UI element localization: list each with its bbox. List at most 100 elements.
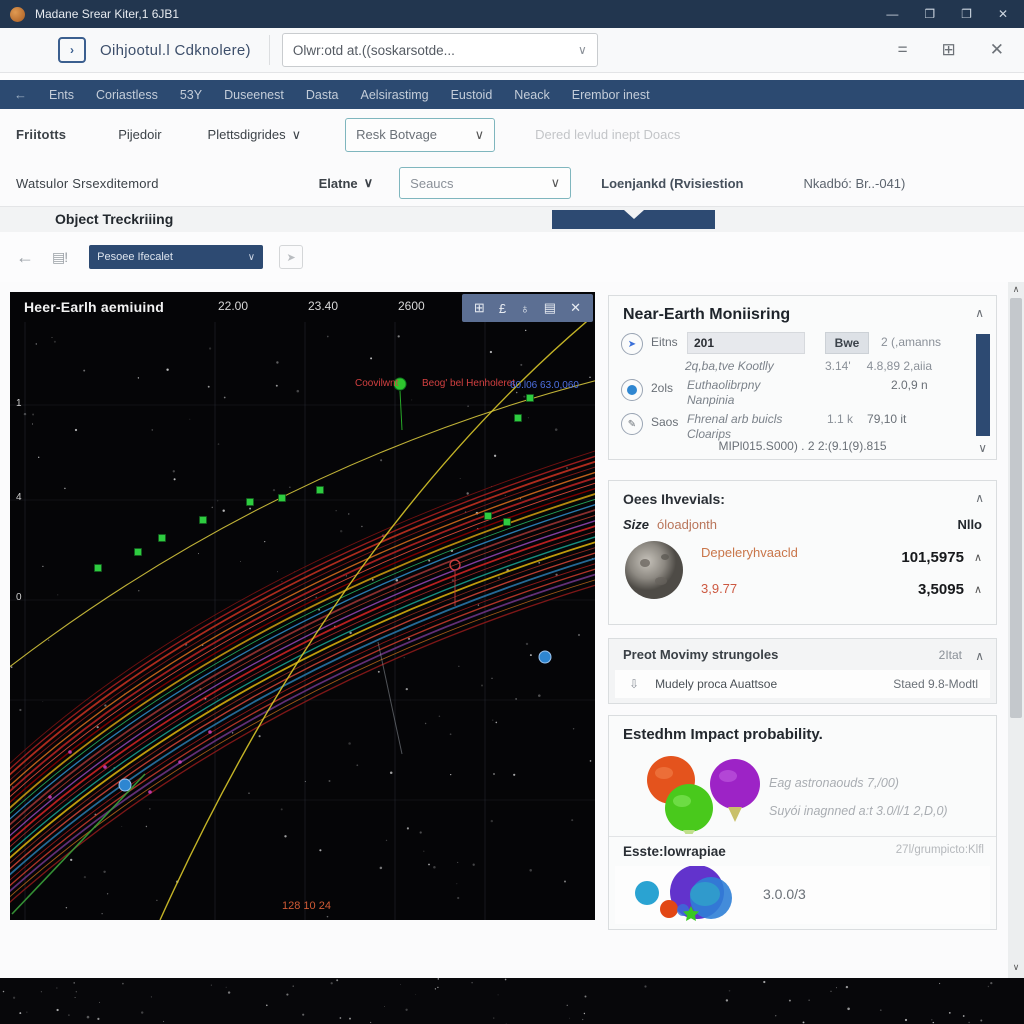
nav-item-coriastless[interactable]: Coriastless xyxy=(96,88,158,102)
chevron-down-icon: ∨ xyxy=(551,175,561,191)
monitoring-title: Near-Earth Moniisring xyxy=(609,296,996,330)
chevron-up-icon[interactable]: ∧ xyxy=(975,491,984,505)
cursor-icon[interactable]: ➤ xyxy=(621,333,643,355)
layout-grid-icon[interactable]: ⊞ xyxy=(942,40,956,60)
asteroid-marker[interactable] xyxy=(159,535,166,542)
nav-item-duseenest[interactable]: Duseenest xyxy=(224,88,284,102)
pencil-icon[interactable]: ✎ xyxy=(621,413,643,435)
nav-item-ents[interactable]: Ents xyxy=(49,88,74,102)
row2-label: 2ols xyxy=(651,381,687,395)
pin-button[interactable]: ➤ xyxy=(279,245,303,269)
row1b-text: 2q,ba,tve Kootlly xyxy=(685,359,803,374)
impact-line-1: Eag astronaouds 7,/00) xyxy=(769,776,899,790)
monitoring-card: Near-Earth Moniisring ∧ ➤ Eitns 201 Bwe … xyxy=(608,295,997,460)
bwe-button[interactable]: Bwe xyxy=(825,332,869,354)
nav-item-eustoid[interactable]: Eustoid xyxy=(451,88,493,102)
filters-row: Friitotts Pijedoir Plettsdigrides ∨ Resk… xyxy=(0,109,1024,160)
risk-dropdown-value: Resk Botvage xyxy=(356,127,437,142)
filter-hint-text: Dered levlud inept Doacs xyxy=(535,127,680,142)
chevron-down-icon: ∨ xyxy=(364,175,374,191)
filter-plettsdigrides[interactable]: Plettsdigrides ∨ xyxy=(208,127,302,143)
watcher-label: Watsulor Srsexditemord xyxy=(16,176,159,191)
content-area: Heer-Earlh aemiuind 22.00 23.40 2600 ⊞ £… xyxy=(0,282,1024,978)
search-row: Watsulor Srsexditemord Elatne ∨ Seaucs ∨… xyxy=(0,160,1024,207)
row2-text2: Nanpinia xyxy=(687,393,734,407)
chevron-down-icon: ∨ xyxy=(475,127,485,143)
asteroid-row xyxy=(623,539,685,601)
monitoring-row-2: 2ols Euthaolibrpny Nanpinia 2.0,9 n xyxy=(609,376,996,410)
size-sub-label: óloadjonth xyxy=(657,517,717,532)
asteroid-marker[interactable] xyxy=(135,549,142,556)
envelope-row: 3.0.0/3 xyxy=(615,866,990,924)
row1-note: 2 (,amanns xyxy=(881,335,941,349)
asteroid-marker[interactable] xyxy=(485,513,492,520)
chevron-down-icon[interactable]: ∨ xyxy=(978,441,987,455)
bottom-starfield xyxy=(0,978,1024,1024)
asteroid-sub-value: 3,9.77 xyxy=(701,581,737,596)
back-icon[interactable]: ← xyxy=(16,247,34,268)
asteroid-marker[interactable] xyxy=(95,565,102,572)
asteroid-marker[interactable] xyxy=(317,487,324,494)
asteroid-marker[interactable] xyxy=(279,495,286,502)
filter-pijedoir[interactable]: Pijedoir xyxy=(118,127,161,142)
close-panel-icon[interactable]: ✕ xyxy=(990,40,1004,60)
date-dropdown[interactable]: Elatne ∨ xyxy=(319,175,374,191)
menu-icon[interactable]: = xyxy=(898,40,908,60)
size-row: Size óloadjonth Nllo xyxy=(609,511,996,532)
nav-item-erembor[interactable]: Erembor inest xyxy=(572,88,650,102)
nav-item-aelsirastimg[interactable]: Aelsirastimg xyxy=(361,88,429,102)
asteroid-marker[interactable] xyxy=(527,395,534,402)
scroll-down-icon[interactable]: ∨ xyxy=(1008,960,1024,974)
layers-icon[interactable]: ▤! xyxy=(52,249,67,266)
chevron-up-icon[interactable]: ∧ xyxy=(975,649,984,663)
nav-item-dasta[interactable]: Dasta xyxy=(306,88,339,102)
orbit-visualization[interactable] xyxy=(10,322,595,920)
chevron-up-icon[interactable]: ∧ xyxy=(974,551,982,564)
asteroid-marker[interactable] xyxy=(200,517,207,524)
nav-item-neack[interactable]: Neack xyxy=(514,88,549,102)
chevron-up-icon[interactable]: ∧ xyxy=(975,306,984,320)
preset-dropdown[interactable]: Pesoee Ifecalet ∨ xyxy=(89,245,263,269)
asteroid-marker[interactable] xyxy=(247,499,254,506)
nav-item-53y[interactable]: 53Y xyxy=(180,88,202,102)
row1b-right: 4.8,89 2,aiia xyxy=(867,359,932,373)
asteroid-marker[interactable] xyxy=(504,519,511,526)
orbit-plot-panel[interactable]: Heer-Earlh aemiuind 22.00 23.40 2600 ⊞ £… xyxy=(10,292,595,920)
chevron-down-icon: ∨ xyxy=(578,43,587,57)
model-list-item[interactable]: ⇩ Mudely proca Auattsoe Staed 9.8-Modtl xyxy=(615,670,990,698)
search-input[interactable]: Seaucs ∨ xyxy=(399,167,571,199)
filter-friitotts[interactable]: Friitotts xyxy=(16,127,66,142)
row3-mid: 1.1 k xyxy=(827,412,853,426)
y-tick-0: 0 xyxy=(16,592,22,603)
close-icon[interactable]: ✕ xyxy=(998,7,1008,21)
document-icon[interactable]: › xyxy=(58,37,86,63)
blue-dot-icon[interactable] xyxy=(621,379,643,401)
back-icon[interactable]: ← xyxy=(14,87,27,102)
scroll-up-icon[interactable]: ∧ xyxy=(1008,282,1024,296)
cursor-glyph: ➤ xyxy=(628,339,636,350)
intervals-card: Oees Ihvevials: ∧ Size óloadjonth Nllo D… xyxy=(608,480,997,625)
y-tick-4: 4 xyxy=(16,492,22,503)
chevron-down-icon: ∨ xyxy=(248,252,255,263)
object-selector-dropdown[interactable]: Olwr:otd at.((soskarsotde... ∨ xyxy=(282,33,598,67)
object-selector-value: Olwr:otd at.((soskarsotde... xyxy=(293,43,455,58)
minimize-icon[interactable]: — xyxy=(886,7,898,21)
tab-object-tracking[interactable]: Object Treckriiing xyxy=(55,211,173,227)
pencil-glyph: ✎ xyxy=(628,419,636,430)
title-bar: Madane Srear Kiter,1 6JB1 — ❐ ❐ ✕ xyxy=(0,0,1024,28)
window-scrollbar[interactable]: ∧ ∨ xyxy=(1008,282,1024,978)
size-value: Nllo xyxy=(957,517,982,532)
restore-icon[interactable]: ❐ xyxy=(924,7,935,21)
maximize-icon[interactable]: ❐ xyxy=(961,7,972,21)
chevron-up-icon[interactable]: ∧ xyxy=(974,583,982,596)
card-scrollbar-thumb[interactable] xyxy=(976,334,990,436)
asteroid-marker[interactable] xyxy=(515,415,522,422)
object-marker[interactable] xyxy=(119,779,131,791)
asteroid-name: Depeleryhvaacld xyxy=(701,545,798,560)
object-marker[interactable] xyxy=(539,651,551,663)
scrollbar-thumb[interactable] xyxy=(1010,298,1022,718)
risk-dropdown[interactable]: Resk Botvage ∨ xyxy=(345,118,495,152)
pin-icon: ➤ xyxy=(287,251,296,264)
value-input[interactable]: 201 xyxy=(687,332,805,354)
mode-label: Nkadbó: Br..-041) xyxy=(803,176,905,191)
